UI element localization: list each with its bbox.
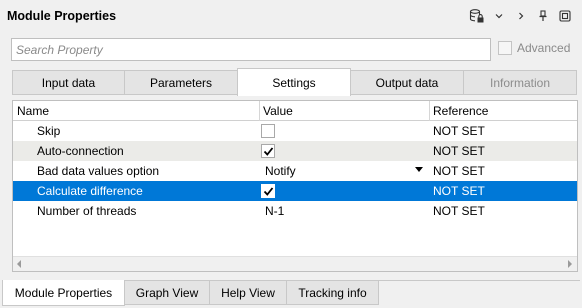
pin-icon[interactable] [532, 6, 554, 26]
database-lock-icon[interactable] [466, 6, 488, 26]
property-tabs: Input data Parameters Settings Output da… [12, 68, 577, 96]
column-divider[interactable] [429, 101, 430, 121]
skip-checkbox[interactable] [261, 124, 275, 138]
advanced-label: Advanced [517, 41, 571, 55]
tab-graph-view[interactable]: Graph View [124, 281, 210, 305]
chevron-down-icon[interactable] [488, 6, 510, 26]
table-row[interactable]: Auto-connection NOT SET [13, 141, 577, 161]
property-reference: NOT SET [433, 204, 485, 218]
property-name: Skip [37, 124, 61, 138]
maximize-icon[interactable] [554, 6, 576, 26]
horizontal-scrollbar[interactable] [13, 256, 577, 271]
property-name: Calculate difference [37, 184, 143, 198]
bottom-tab-bar: Module Properties Graph View Help View T… [2, 280, 580, 306]
property-reference: NOT SET [433, 144, 485, 158]
table-row[interactable]: Calculate difference NOT SET [13, 181, 577, 201]
threads-value[interactable]: N-1 [265, 204, 284, 218]
column-divider[interactable] [259, 101, 260, 121]
calculate-difference-checkbox[interactable] [261, 184, 275, 198]
property-name: Number of threads [37, 204, 137, 218]
column-header-name[interactable]: Name [17, 104, 49, 118]
table-row[interactable]: Number of threads N-1 NOT SET [13, 201, 577, 221]
title-bar: Module Properties [0, 0, 582, 32]
tab-information[interactable]: Information [463, 70, 577, 95]
column-header-value[interactable]: Value [263, 104, 293, 118]
tab-help-view[interactable]: Help View [209, 281, 287, 305]
tab-module-properties[interactable]: Module Properties [2, 280, 125, 306]
property-reference: NOT SET [433, 164, 485, 178]
chevron-right-icon[interactable] [510, 6, 532, 26]
property-grid: Name Value Reference Skip NOT SET Auto-c… [12, 100, 578, 272]
checkmark-icon [263, 146, 273, 156]
scroll-left-icon[interactable] [17, 260, 21, 268]
tab-parameters[interactable]: Parameters [124, 70, 238, 95]
tab-input-data[interactable]: Input data [12, 70, 125, 95]
grid-header: Name Value Reference [13, 101, 577, 121]
table-row[interactable]: Skip NOT SET [13, 121, 577, 141]
scroll-right-icon[interactable] [568, 260, 572, 268]
search-row: Advanced [11, 38, 575, 62]
property-name: Bad data values option [37, 164, 160, 178]
property-reference: NOT SET [433, 124, 485, 138]
search-input[interactable] [11, 38, 491, 61]
auto-connection-checkbox[interactable] [261, 144, 275, 158]
bad-data-dropdown-value[interactable]: Notify [265, 164, 296, 178]
tab-output-data[interactable]: Output data [350, 70, 464, 95]
title-actions [466, 6, 576, 26]
panel-title: Module Properties [7, 9, 117, 23]
checkmark-icon [263, 186, 273, 196]
tab-tracking-info[interactable]: Tracking info [286, 281, 379, 305]
property-name: Auto-connection [37, 144, 124, 158]
tab-settings[interactable]: Settings [237, 68, 351, 96]
dropdown-arrow-icon[interactable] [415, 167, 423, 172]
column-header-reference[interactable]: Reference [433, 104, 488, 118]
advanced-checkbox[interactable] [498, 41, 512, 55]
table-row[interactable]: Bad data values option Notify NOT SET [13, 161, 577, 181]
property-reference: NOT SET [433, 184, 485, 198]
advanced-toggle[interactable]: Advanced [498, 41, 570, 55]
